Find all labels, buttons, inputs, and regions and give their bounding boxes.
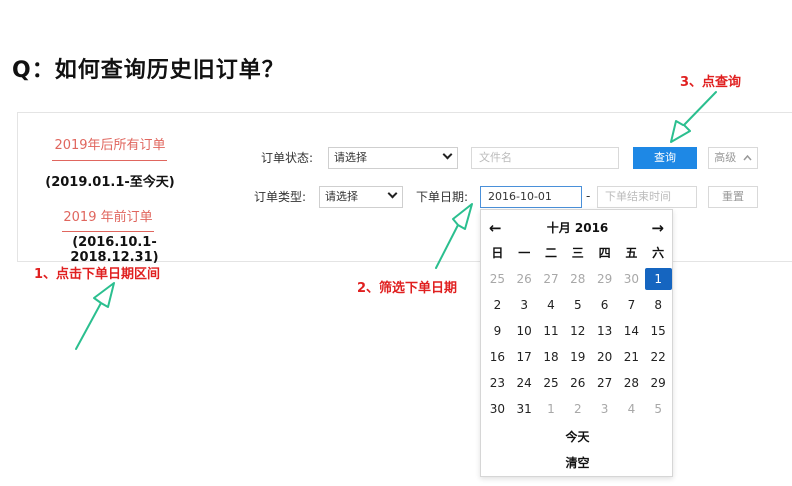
hand-drawn-arrow-icon bbox=[75, 282, 115, 350]
hand-drawn-arrow-icon bbox=[670, 91, 717, 143]
annotation-arrows bbox=[75, 91, 717, 350]
hand-drawn-arrow-icon bbox=[435, 203, 473, 269]
